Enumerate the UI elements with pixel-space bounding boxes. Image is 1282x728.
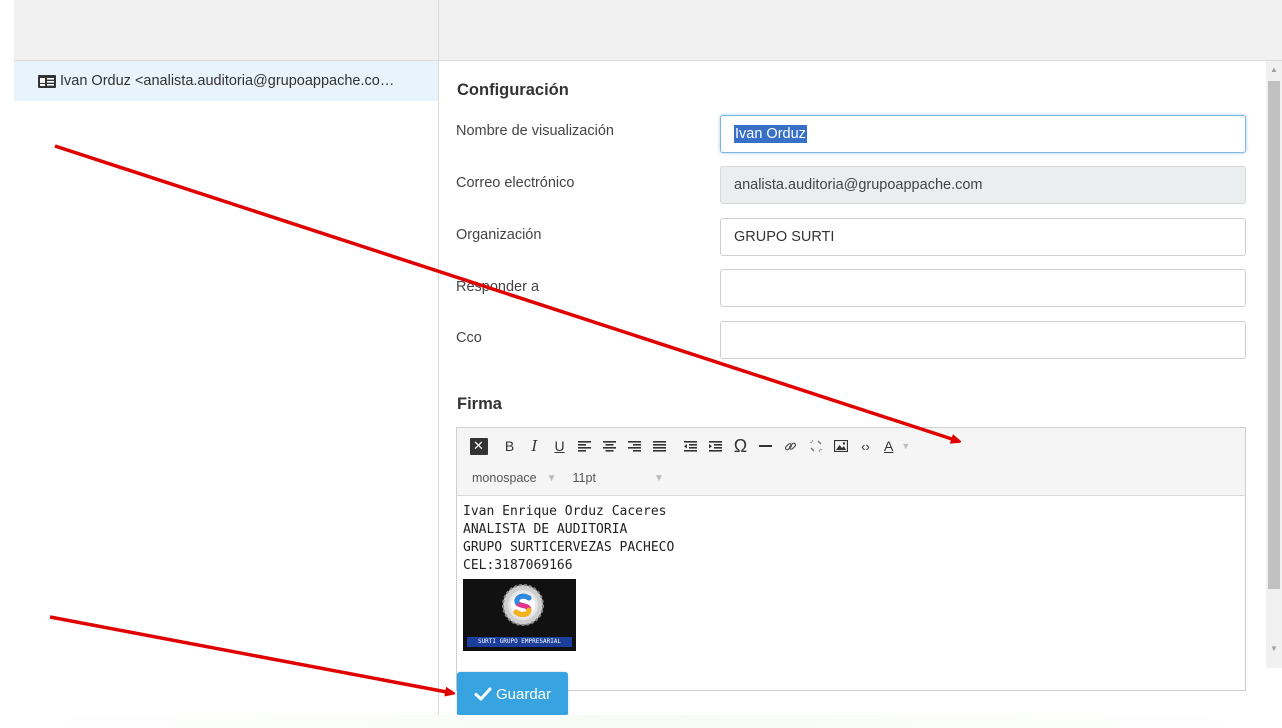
underline-icon: U [554,438,565,454]
chevron-down-icon: ▼ [901,441,911,451]
align-right-button[interactable] [622,434,647,458]
email-field: analista.auditoria@grupoappache.com [720,166,1246,204]
source-code-icon: ‹› [861,438,870,454]
organization-input[interactable]: GRUPO SURTI [720,218,1246,256]
chevron-down-icon: ▼ [546,472,557,484]
signature-editor: ✕ B I U Ω ‹› A ▼ monospace ▼ 11pt ▼ Ivan… [456,427,1246,691]
chevron-down-icon: ▼ [653,472,664,484]
scroll-down-arrow-icon[interactable]: ▼ [1270,644,1278,653]
unlink-icon [809,439,822,453]
align-right-icon [628,440,641,452]
save-button-label: Guardar [495,685,552,703]
link-button[interactable] [778,434,803,458]
italic-button[interactable]: I [522,434,547,458]
outdent-icon [684,440,697,452]
bold-icon: B [504,438,515,454]
logo-gear-icon [502,584,544,626]
section-title-firma: Firma [457,395,502,413]
text-color-icon: A [884,438,894,454]
identities-header [14,0,439,61]
image-button[interactable] [828,434,853,458]
organization-label: Organización [456,227,542,243]
clear-format-icon: ✕ [469,437,488,455]
signature-line: CEL:3187069166 [463,558,573,573]
special-char-button[interactable]: Ω [728,434,753,458]
scroll-up-arrow-icon[interactable]: ▲ [1270,65,1278,74]
identity-settings-panel: Configuración Nombre de visualización Iv… [440,61,1266,728]
vertical-scrollbar[interactable]: ▲ ▼ [1266,61,1282,668]
bold-button[interactable]: B [497,434,522,458]
reply-to-input[interactable] [720,269,1246,307]
display-name-input[interactable]: Ivan Orduz [720,115,1246,153]
signature-line: ANALISTA DE AUDITORIA [463,522,628,537]
image-icon [833,440,848,452]
contact-card-icon [38,74,56,88]
signature-line: Ivan Enrique Orduz Caceres [463,504,667,519]
align-center-icon [603,440,616,452]
align-justify-icon [653,440,666,452]
indent-icon [709,440,722,452]
align-justify-button[interactable] [647,434,672,458]
bcc-label: Cco [456,330,482,346]
font-family-select[interactable]: monospace ▼ [472,471,557,485]
identities-list: Ivan Orduz <analista.auditoria@grupoappa… [14,61,439,728]
scrollbar-thumb[interactable] [1268,81,1280,589]
display-name-label: Nombre de visualización [456,123,614,139]
unlink-button[interactable] [803,434,828,458]
selected-text: Ivan Orduz [734,125,807,143]
italic-icon: I [531,437,538,455]
indent-button[interactable] [703,434,728,458]
align-left-icon [578,440,591,452]
outdent-button[interactable] [678,434,703,458]
email-label: Correo electrónico [456,175,575,191]
save-button[interactable]: Guardar [457,672,568,716]
signature-logo-image[interactable]: SURTI GRUPO EMPRESARIAL [463,579,576,651]
font-size-select[interactable]: 11pt ▼ [573,471,664,485]
clear-format-button[interactable]: ✕ [466,434,491,458]
font-family-value: monospace [472,471,537,485]
editor-toolbar: ✕ B I U Ω ‹› A ▼ monospace ▼ 11pt ▼ [457,428,1245,496]
identity-label: Ivan Orduz <analista.auditoria@grupoappa… [60,73,395,89]
checkmark-icon [474,687,492,701]
align-left-button[interactable] [572,434,597,458]
align-center-button[interactable] [597,434,622,458]
text-color-button[interactable]: A ▼ [878,434,924,458]
reply-to-label: Responder a [456,279,540,295]
bcc-input[interactable] [720,321,1246,359]
left-margin [0,0,14,728]
horizontal-rule-icon [759,445,772,447]
special-char-icon: Ω [733,435,748,456]
signature-content[interactable]: Ivan Enrique Orduz Caceres ANALISTA DE A… [457,496,1245,690]
identity-list-item[interactable]: Ivan Orduz <analista.auditoria@grupoappa… [14,61,438,101]
link-icon [784,442,797,450]
underline-button[interactable]: U [547,434,572,458]
font-size-value: 11pt [572,471,596,485]
section-title-configuracion: Configuración [457,81,569,99]
bottom-edge [0,715,1282,728]
horizontal-rule-button[interactable] [753,434,778,458]
logo-caption: SURTI GRUPO EMPRESARIAL [467,637,572,647]
source-code-button[interactable]: ‹› [853,434,878,458]
settings-header [439,0,1282,61]
signature-line: GRUPO SURTICERVEZAS PACHECO [463,540,675,555]
